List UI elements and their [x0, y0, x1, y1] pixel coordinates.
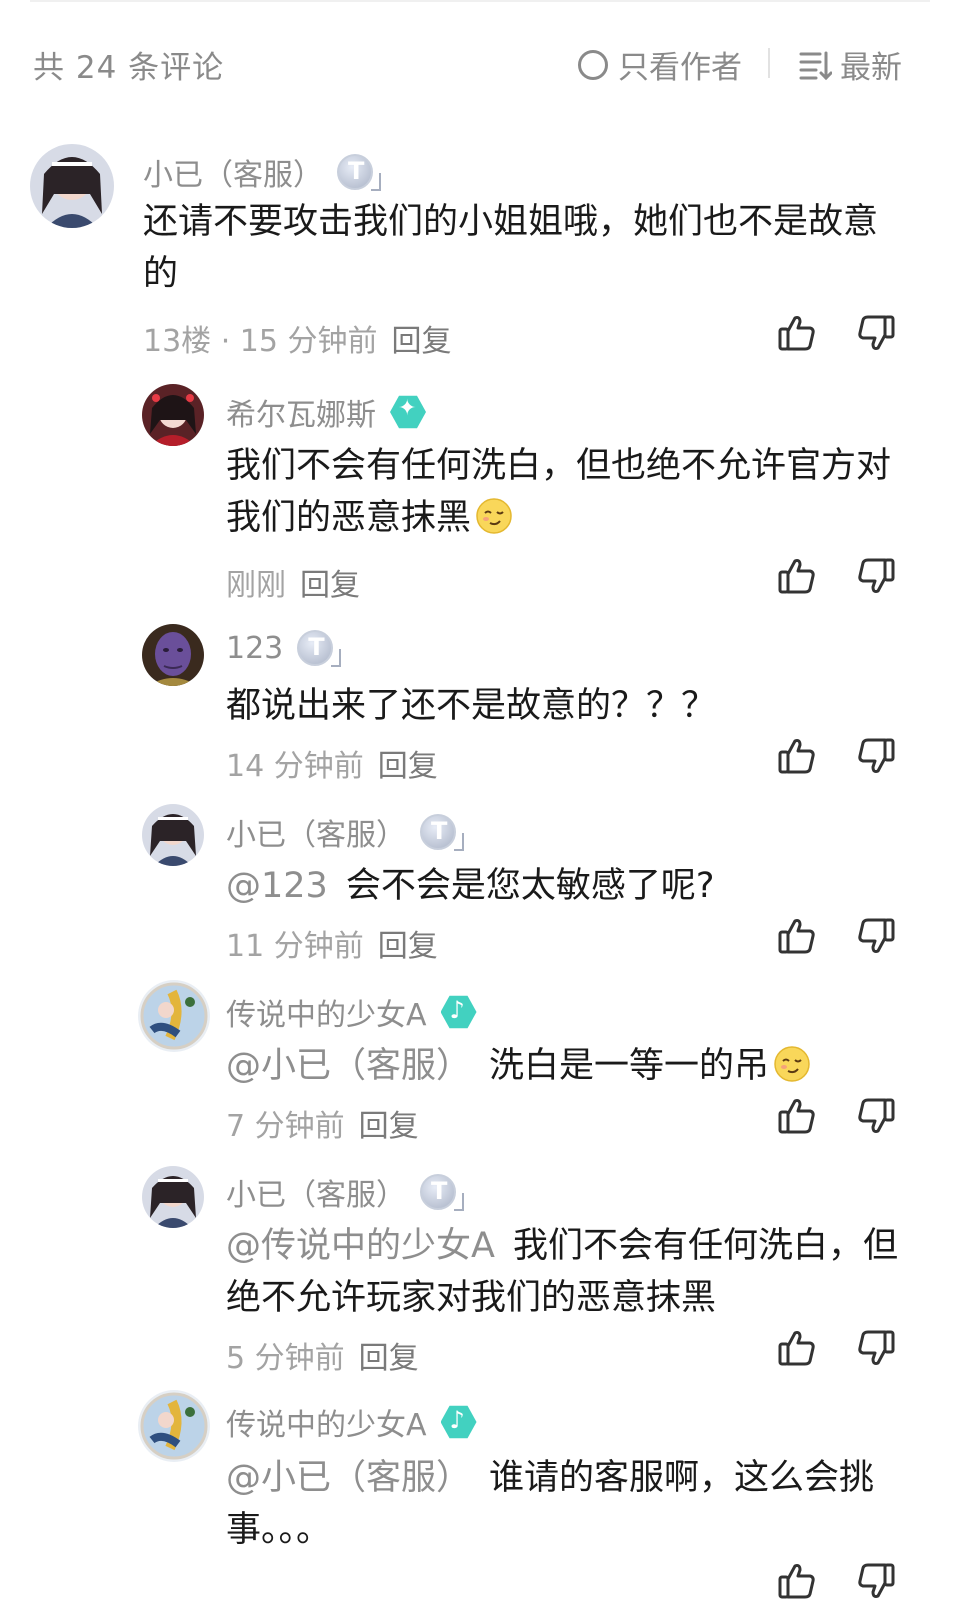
reply-text: 我们不会有任何洗白，但也绝不允许官方对我们的恶意抹黑	[226, 446, 892, 538]
comment-time: 11 分钟前	[226, 929, 364, 964]
sort-list-icon	[799, 51, 832, 80]
mention-link[interactable]: @传说中的少女A	[226, 1226, 495, 1266]
author-name: 小已（客服）	[143, 158, 323, 193]
header-divider	[768, 48, 770, 78]
avatar[interactable]	[30, 144, 114, 228]
sort-label: 最新	[840, 50, 902, 86]
comment-count: 共 24 条评论	[33, 50, 225, 86]
reply-text: 洗白是一等一的吊	[489, 1046, 770, 1086]
avatar[interactable]	[138, 1390, 210, 1462]
like-thumb-up-icon[interactable]	[776, 1327, 818, 1369]
comment-text: @123 会不会是您太敏感了呢?	[226, 860, 906, 912]
dislike-thumb-down-icon[interactable]	[855, 1560, 897, 1602]
reply-button[interactable]: 回复	[359, 1341, 419, 1376]
dislike-thumb-down-icon[interactable]	[855, 1095, 897, 1137]
reply-button[interactable]: 回复	[392, 324, 452, 359]
author-only-label: 只看作者	[618, 50, 742, 86]
comment-time: 13楼 · 15 分钟前	[143, 324, 378, 359]
comment-text: @传说中的少女A 我们不会有任何洗白，但绝不允许玩家对我们的恶意抹黑	[226, 1220, 916, 1324]
comment-author[interactable]: 传说中的少女A	[226, 1400, 477, 1444]
level-badge-icon	[337, 154, 381, 191]
dislike-thumb-down-icon[interactable]	[855, 555, 897, 597]
sort-button[interactable]: 最新	[798, 42, 902, 87]
comment-time: 刚刚	[226, 568, 286, 603]
music-badge-icon	[440, 995, 477, 1029]
like-thumb-up-icon[interactable]	[776, 555, 818, 597]
avatar[interactable]	[142, 1166, 204, 1228]
radio-circle-icon	[578, 49, 608, 80]
comment-author[interactable]: 希尔瓦娜斯	[226, 390, 426, 434]
level-badge-icon	[420, 814, 464, 851]
music-badge-icon	[440, 1405, 477, 1439]
reply-button[interactable]: 回复	[378, 929, 438, 964]
mention-link[interactable]: @123	[226, 866, 328, 906]
comment-text: 我们不会有任何洗白，但也绝不允许官方对我们的恶意抹黑	[226, 440, 906, 544]
comment-time: 14 分钟前	[226, 749, 364, 784]
smirk-emoji-icon	[476, 498, 512, 534]
like-thumb-up-icon[interactable]	[776, 1560, 818, 1602]
author-name: 传说中的少女A	[226, 998, 427, 1033]
comment-text: @小已（客服） 谁请的客服啊，这么会挑事。。。	[226, 1452, 916, 1556]
avatar[interactable]	[142, 804, 204, 866]
comment-meta: 5 分钟前 回复	[226, 1333, 419, 1377]
dislike-thumb-down-icon[interactable]	[855, 735, 897, 777]
comment-meta: 刚刚 回复	[226, 560, 360, 604]
comments-header: 共 24 条评论 只看作者 最新	[0, 0, 960, 130]
author-name: 123	[226, 630, 284, 666]
comment-author[interactable]: 小已（客服）	[226, 1170, 464, 1214]
author-name: 希尔瓦娜斯	[226, 398, 376, 433]
comment-text: 都说出来了还不是故意的？？？	[226, 686, 717, 726]
like-thumb-up-icon[interactable]	[776, 735, 818, 777]
like-thumb-up-icon[interactable]	[776, 1095, 818, 1137]
like-thumb-up-icon[interactable]	[776, 915, 818, 957]
comment-meta: 7 分钟前 回复	[226, 1101, 419, 1145]
avatar[interactable]	[142, 624, 204, 686]
comment-author[interactable]: 小已（客服）	[226, 810, 464, 854]
author-name: 小已（客服）	[226, 1178, 406, 1213]
dislike-thumb-down-icon[interactable]	[855, 915, 897, 957]
avatar[interactable]	[142, 384, 204, 446]
comment-time: 7 分钟前	[226, 1109, 345, 1144]
dislike-thumb-down-icon[interactable]	[855, 312, 897, 354]
mention-link[interactable]: @小已（客服）	[226, 1458, 471, 1498]
comment-text: @小已（客服） 洗白是一等一的吊	[226, 1040, 926, 1092]
comment-author[interactable]: 小已（客服）	[143, 150, 381, 194]
level-badge-icon	[297, 630, 342, 667]
comment-time: 5 分钟前	[226, 1341, 345, 1376]
comment-meta: 13楼 · 15 分钟前 回复	[143, 316, 452, 360]
comment-meta: 11 分钟前 回复	[226, 921, 438, 965]
avatar[interactable]	[138, 980, 210, 1052]
author-only-toggle[interactable]: 只看作者	[578, 42, 742, 87]
level-badge-icon	[420, 1174, 464, 1211]
reply-button[interactable]: 回复	[359, 1109, 419, 1144]
comment-author[interactable]: 123	[226, 630, 342, 667]
author-name: 传说中的少女A	[226, 1408, 427, 1443]
comment-meta: 14 分钟前 回复	[226, 741, 438, 785]
creator-badge-icon	[390, 395, 426, 429]
smirk-emoji-icon	[774, 1046, 810, 1082]
author-name: 小已（客服）	[226, 818, 406, 853]
dislike-thumb-down-icon[interactable]	[855, 1327, 897, 1369]
reply-button[interactable]: 回复	[300, 568, 360, 603]
comment-author[interactable]: 传说中的少女A	[226, 990, 477, 1034]
reply-button[interactable]: 回复	[378, 749, 438, 784]
mention-link[interactable]: @小已（客服）	[226, 1046, 471, 1086]
comment-text: 还请不要攻击我们的小姐姐哦，她们也不是故意的	[143, 202, 879, 294]
reply-text: 会不会是您太敏感了呢?	[345, 866, 715, 906]
like-thumb-up-icon[interactable]	[776, 312, 818, 354]
